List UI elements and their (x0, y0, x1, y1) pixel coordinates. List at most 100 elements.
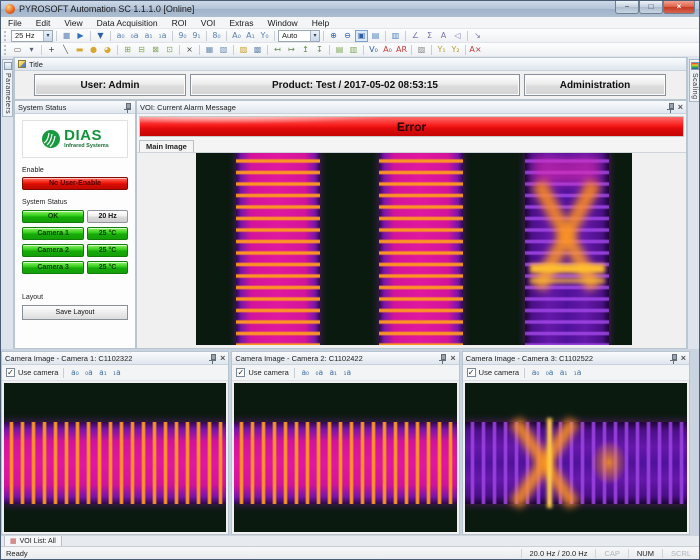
flip-vertical-icon[interactable]: ₁a (572, 368, 583, 377)
scaling-combo[interactable]: Auto ▾ (278, 30, 320, 42)
export-y1-icon[interactable]: Y₁ (435, 44, 448, 56)
chevron-down-icon[interactable]: ▾ (43, 31, 52, 41)
voi-folder-icon[interactable]: ▨ (237, 44, 250, 56)
camera-3-header[interactable]: Camera Image - Camera 3: C1102522 × (463, 352, 689, 365)
flip-vertical-icon[interactable]: ₁a (111, 368, 122, 377)
polygon-tool-icon[interactable]: ◕ (101, 44, 114, 56)
camera-1-header[interactable]: Camera Image - Camera 1: C1102322 × (2, 352, 228, 365)
use-camera-checkbox[interactable]: ✓ (467, 368, 476, 377)
voi-mask-icon[interactable]: ▧ (217, 44, 230, 56)
toolbar-grip[interactable] (4, 45, 7, 55)
analog-out-d-icon[interactable]: ₁a (156, 30, 169, 42)
minimize-button[interactable]: − (615, 1, 639, 14)
profile-icon[interactable]: ∠ (409, 30, 422, 42)
delete-voi-icon[interactable]: × (183, 44, 196, 56)
duplicate-voi-icon[interactable]: ⊠ (149, 44, 162, 56)
voi-list-tab[interactable]: ▦ VOI List: All (4, 536, 62, 546)
pin-icon[interactable] (666, 103, 675, 112)
palette-icon[interactable]: ▥ (389, 30, 402, 42)
enable-status-button[interactable]: No User-Enable (22, 177, 128, 190)
pin-icon[interactable] (123, 103, 132, 112)
analog-out-a-icon[interactable]: a₀ (114, 30, 127, 42)
pin-icon[interactable] (669, 354, 678, 363)
close-icon[interactable]: × (678, 103, 683, 112)
voi-image-icon[interactable]: ▦ (203, 44, 216, 56)
close-icon[interactable]: × (450, 354, 455, 363)
close-icon[interactable]: × (220, 354, 225, 363)
annotation-icon[interactable]: A (437, 30, 450, 42)
flip-horizontal-icon[interactable]: a₁ (97, 368, 108, 377)
use-camera-checkbox[interactable]: ✓ (236, 368, 245, 377)
align-left-icon[interactable]: ↤ (271, 44, 284, 56)
export-y2-icon[interactable]: Y₂ (449, 44, 462, 56)
alarm-reset-icon[interactable]: AR (395, 44, 408, 56)
administration-button[interactable]: Administration (524, 74, 666, 96)
analog-out-b-icon[interactable]: ₀a (128, 30, 141, 42)
title-bar[interactable]: PYROSOFT Automation SC 1.1.1.0 [Online] … (1, 1, 699, 17)
paste-voi-icon[interactable]: ⊟ (135, 44, 148, 56)
menu-data-acquisition[interactable]: Data Acquisition (90, 17, 165, 29)
group-icon[interactable]: ▤ (333, 44, 346, 56)
title-panel-header[interactable]: Title (15, 58, 686, 71)
frequency-indicator[interactable]: 20 Hz (87, 210, 128, 223)
save-layout-button[interactable]: Save Layout (22, 305, 128, 320)
report-icon[interactable]: ▨ (415, 44, 428, 56)
move-voi-icon[interactable]: ⊡ (163, 44, 176, 56)
system-status-header[interactable]: System Status (15, 101, 135, 114)
rotate-left-icon[interactable]: a₀ (69, 368, 80, 377)
flip-vertical-icon[interactable]: ₁a (342, 368, 353, 377)
tab-main-image[interactable]: Main Image (139, 140, 194, 152)
zoom-out-icon[interactable]: ⊖ (341, 30, 354, 42)
menu-roi[interactable]: ROI (165, 17, 194, 29)
menu-edit[interactable]: Edit (29, 17, 58, 29)
camera-1-image[interactable] (4, 383, 226, 532)
voi-panel-header[interactable]: VOI: Current Alarm Message × (137, 101, 686, 114)
rotate-right-icon[interactable]: ₀a (544, 368, 555, 377)
filter-icon[interactable]: ▼ (94, 30, 107, 42)
digital-out-b-icon[interactable]: 9₁ (190, 30, 203, 42)
add-voi-icon[interactable]: + (45, 44, 58, 56)
ellipse-tool-icon[interactable]: ● (87, 44, 100, 56)
zoom-in-icon[interactable]: ⊕ (327, 30, 340, 42)
alarm-setup-icon[interactable]: A₀ (381, 44, 394, 56)
alarm-y-icon[interactable]: Y₀ (258, 30, 271, 42)
frequency-combo[interactable]: 25 Hz ▾ (11, 30, 53, 42)
rotate-left-icon[interactable]: a₀ (530, 368, 541, 377)
rect-tool-icon[interactable]: ▬ (73, 44, 86, 56)
zoom-fit-icon[interactable]: ▣ (355, 30, 368, 42)
flip-horizontal-icon[interactable]: a₁ (558, 368, 569, 377)
statistics-icon[interactable]: Σ (423, 30, 436, 42)
scaling-dock-tab[interactable]: Scaling (689, 59, 699, 102)
menu-window[interactable]: Window (260, 17, 304, 29)
select-tool-icon[interactable]: ▭ (11, 44, 24, 56)
product-button[interactable]: Product: Test / 2017-05-02 08:53:15 (190, 74, 520, 96)
pin-icon[interactable] (438, 354, 447, 363)
flip-horizontal-icon[interactable]: a₁ (328, 368, 339, 377)
align-top-icon[interactable]: ↥ (299, 44, 312, 56)
original-size-icon[interactable]: ▤ (369, 30, 382, 42)
menu-help[interactable]: Help (305, 17, 336, 29)
align-right-icon[interactable]: ↦ (285, 44, 298, 56)
toolbar-grip[interactable] (4, 31, 7, 41)
camera-2-image[interactable] (234, 383, 456, 532)
play-icon[interactable]: ▶ (74, 30, 87, 42)
camera-2-header[interactable]: Camera Image - Camera 2: C1102422 × (232, 352, 458, 365)
ungroup-icon[interactable]: ▥ (347, 44, 360, 56)
close-button[interactable]: × (663, 1, 695, 14)
stop-icon[interactable]: ■ (60, 30, 73, 42)
parameters-dock-tab[interactable]: Parameters (2, 59, 13, 117)
chevron-down-icon[interactable]: ▾ (310, 31, 319, 41)
copy-voi-icon[interactable]: ⊞ (121, 44, 134, 56)
use-camera-checkbox[interactable]: ✓ (6, 368, 15, 377)
voi-values-icon[interactable]: V₀ (367, 44, 380, 56)
menu-view[interactable]: View (57, 17, 89, 29)
digital-out-a-icon[interactable]: 9₀ (176, 30, 189, 42)
alarm-a-icon[interactable]: A₀ (230, 30, 243, 42)
rotate-left-icon[interactable]: a₀ (300, 368, 311, 377)
menu-voi[interactable]: VOI (194, 17, 223, 29)
line-tool-icon[interactable]: ╲ (59, 44, 72, 56)
alarm-ack-icon[interactable]: A× (469, 44, 482, 56)
rotate-right-icon[interactable]: ₀a (314, 368, 325, 377)
camera-3-image[interactable] (465, 383, 687, 532)
maximize-button[interactable]: □ (639, 1, 663, 14)
